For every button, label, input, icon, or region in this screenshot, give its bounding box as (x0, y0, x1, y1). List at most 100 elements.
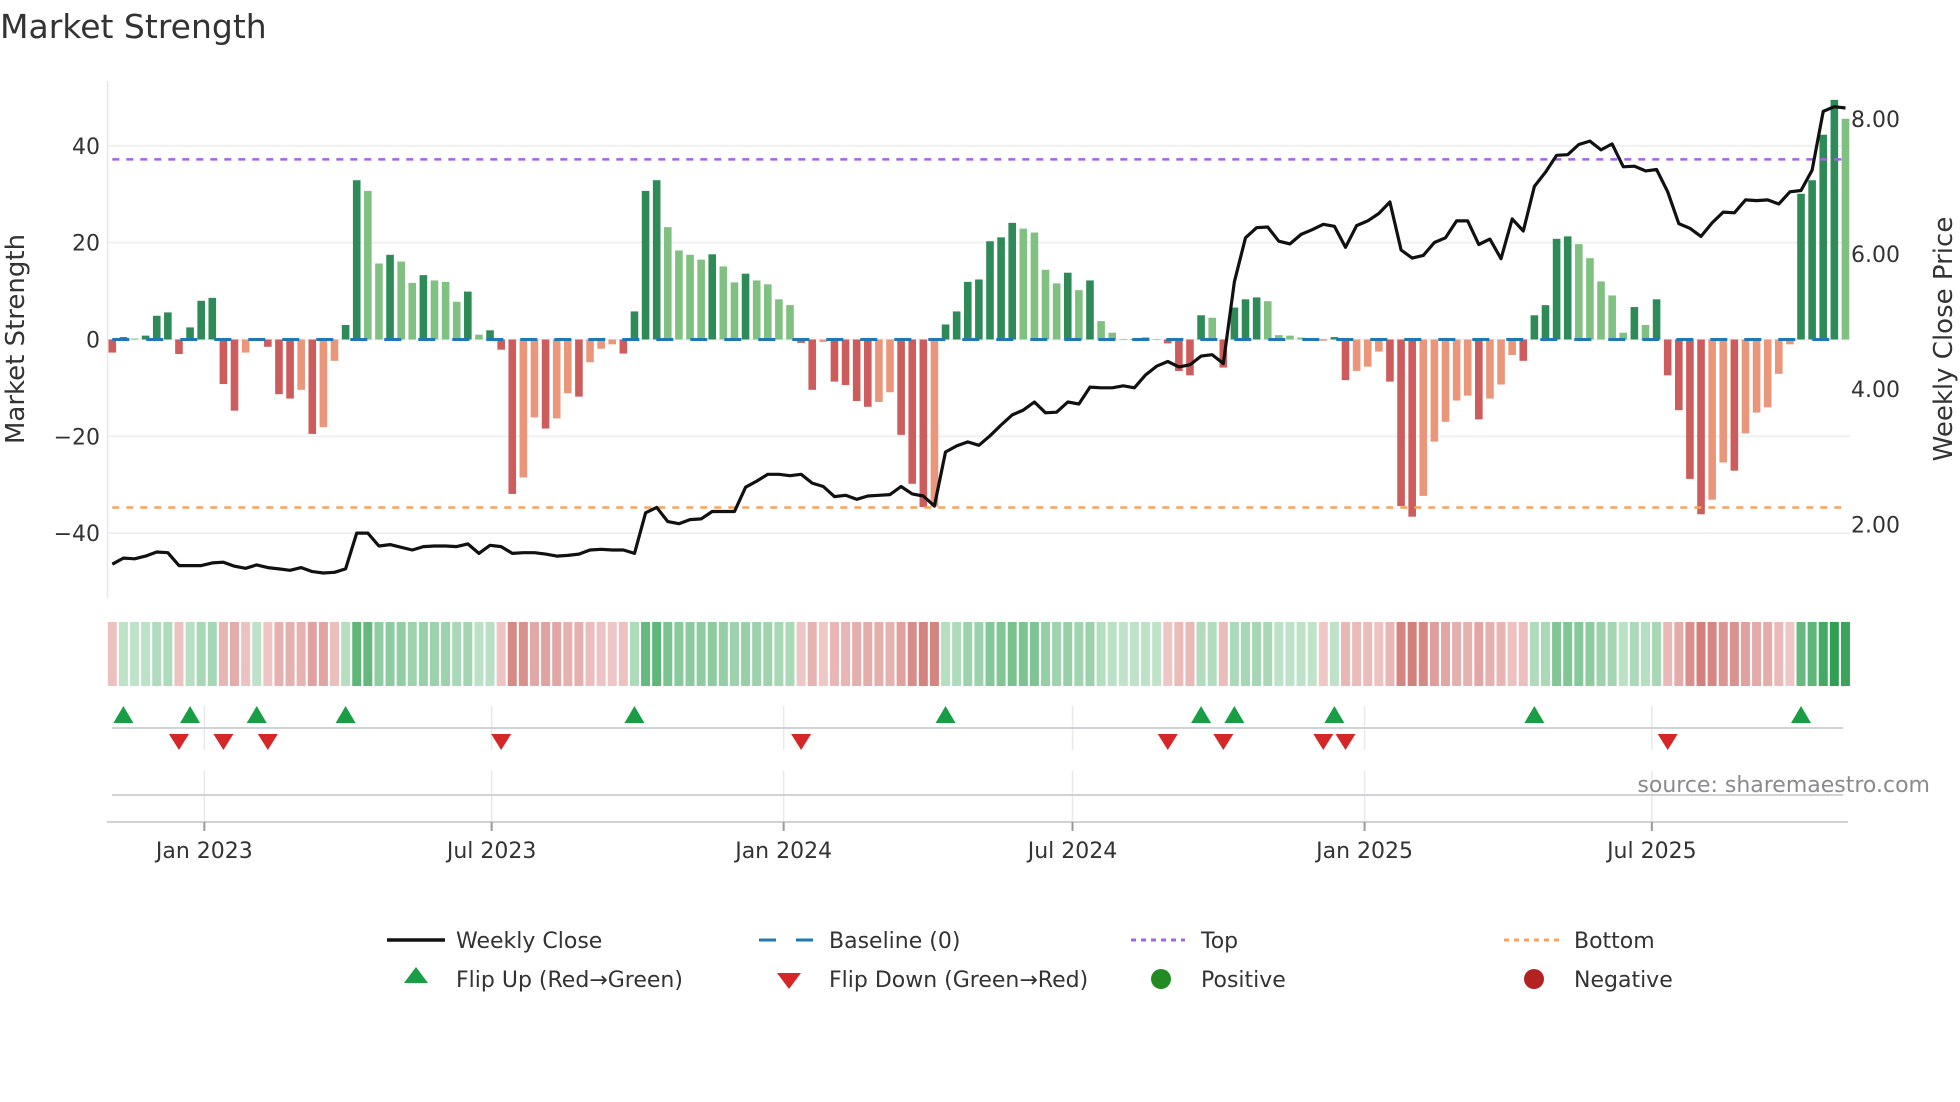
strip-cell (318, 622, 328, 686)
strength-bar (1286, 335, 1294, 340)
strip-cell (718, 622, 728, 686)
strip-cell (130, 622, 140, 686)
strength-bar (1497, 339, 1505, 385)
strength-bar (686, 254, 694, 340)
strength-bar (886, 339, 894, 393)
flip-up-marker (935, 706, 956, 723)
strip-cell (1829, 622, 1839, 686)
strength-bars (108, 99, 1850, 517)
strip-cell (218, 622, 228, 686)
strength-bar (1575, 244, 1583, 340)
x-tick-label: Jul 2023 (445, 839, 537, 864)
strength-bar (875, 339, 883, 402)
y2-tick-label: 8.00 (1851, 108, 1900, 133)
strip-cell (985, 622, 995, 686)
strip-cell (1474, 622, 1484, 686)
strength-bar (1197, 315, 1205, 340)
strip-cell (1007, 622, 1017, 686)
strip-cell (1018, 622, 1028, 686)
strength-bar (630, 311, 639, 340)
strip-cell (507, 622, 517, 686)
strength-bar (519, 339, 528, 478)
strip-cell (118, 622, 128, 686)
strength-bar (841, 339, 850, 386)
strip-cell (1563, 622, 1573, 686)
strip-cell (1429, 622, 1439, 686)
strength-bar (1508, 339, 1516, 355)
strip-cell (1640, 622, 1650, 686)
strength-bar (508, 339, 517, 494)
strip-cell (1307, 622, 1317, 686)
strength-bar (1663, 339, 1672, 376)
strength-bar (830, 339, 839, 382)
legend-positive: Positive (1201, 968, 1286, 993)
strength-bar (186, 327, 194, 340)
strip-cell (152, 622, 162, 686)
strength-bar (1552, 238, 1561, 340)
strength-bar (1186, 339, 1194, 376)
strength-bar (1519, 339, 1528, 361)
strip-cell (496, 622, 506, 686)
strength-bar (1486, 339, 1494, 399)
flip-down-marker (1213, 734, 1234, 750)
strip-cell (729, 622, 739, 686)
strength-bar (1752, 339, 1761, 413)
flip-down-marker (1157, 734, 1178, 750)
legend-negative: Negative (1574, 968, 1673, 993)
strip-cell (1685, 622, 1695, 686)
strength-bar (1841, 118, 1850, 340)
strip-cell (707, 622, 717, 686)
strip-cell (618, 622, 628, 686)
y-tick-label: −40 (54, 522, 100, 547)
strip-cell (1796, 622, 1806, 686)
strength-bar (1797, 193, 1805, 340)
strip-cell (1574, 622, 1584, 686)
strip-cell (1163, 622, 1173, 686)
flip-up-triangle-icon (404, 967, 428, 983)
strip-cell (307, 622, 317, 686)
strength-bar (664, 227, 672, 340)
strength-bar (241, 339, 250, 353)
strength-bar (786, 305, 794, 340)
strip-cell (1341, 622, 1351, 686)
strength-bar (152, 315, 161, 340)
strip-cell (463, 622, 473, 686)
strip-cell (1552, 622, 1562, 686)
strength-bar (908, 339, 917, 484)
strength-bar (1730, 339, 1739, 471)
strip-cell (641, 622, 651, 686)
negative-circle-icon (1524, 969, 1544, 989)
strip-cell (596, 622, 606, 686)
strip-cell (518, 622, 528, 686)
flip-up-marker (1324, 706, 1345, 723)
strip-cell (252, 622, 262, 686)
strength-bar (330, 339, 339, 361)
market-strength-chart: Market Strength 40 20 0 −20 −40 8.00 6.00 4.00… (0, 7, 1959, 993)
strip-cell (918, 622, 928, 686)
strip-cell (452, 622, 462, 686)
strip-cell (629, 622, 639, 686)
strip-cell (1763, 622, 1773, 686)
flip-up-marker (1791, 706, 1812, 723)
strip-cell (274, 622, 284, 686)
strip-cell (1407, 622, 1417, 686)
strip-cell (1585, 622, 1595, 686)
strip-cell (874, 622, 884, 686)
strip-cell (1607, 622, 1617, 686)
flip-up-marker (335, 706, 356, 723)
strength-bar (808, 339, 817, 390)
x-tick-label: Jan 2024 (733, 839, 832, 864)
strength-bar (552, 339, 561, 419)
flip-up-marker (246, 706, 267, 723)
right-axis-ticks: 8.00 6.00 4.00 2.00 (1851, 108, 1900, 538)
strength-bar (1119, 339, 1128, 340)
strength-bar (364, 190, 372, 340)
strength-bar (497, 339, 505, 350)
strength-bar (319, 339, 328, 428)
strip-cell (1174, 622, 1184, 686)
strip-cell (374, 622, 384, 686)
strength-bar (919, 339, 928, 507)
strip-cell (474, 622, 484, 686)
strip-cell (852, 622, 862, 686)
strength-bar (352, 180, 361, 340)
